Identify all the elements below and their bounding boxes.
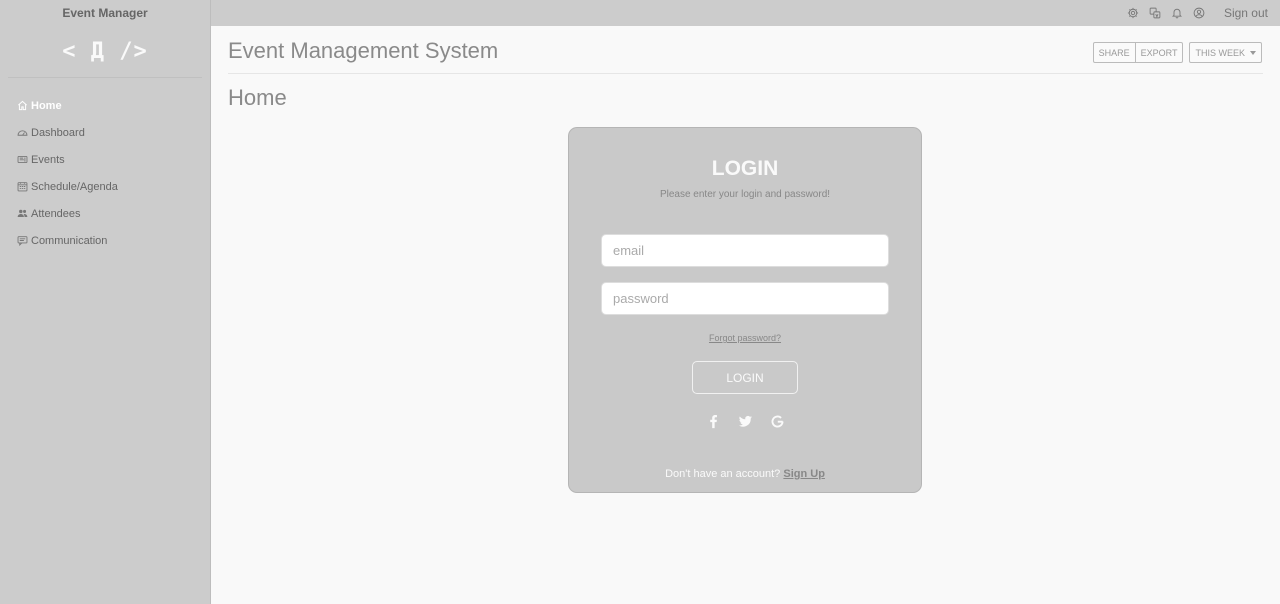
speedometer-icon [17, 130, 28, 136]
sidebar-item-dashboard[interactable]: Dashboard [0, 119, 210, 146]
app-title: Event Management System [228, 38, 499, 63]
sidebar-item-label: Communication [31, 234, 108, 247]
sidebar-item-label: Home [31, 99, 62, 112]
social-login [569, 412, 921, 430]
sidebar-item-home[interactable]: Home [0, 92, 210, 119]
top-actions: Sign out [1122, 0, 1280, 26]
password-field[interactable] [601, 282, 889, 315]
caret-down-icon [1250, 50, 1256, 55]
forgot-password-link[interactable]: Forgot password? [569, 333, 921, 343]
top-bar: Event Manager Sign out [0, 0, 1280, 26]
sidebar-item-events[interactable]: Events [0, 146, 210, 173]
sidebar: < Д /> Home Dashboard Events Schedule/Ag… [0, 26, 211, 604]
user-circle-icon[interactable] [1188, 0, 1210, 26]
sidebar-item-schedule[interactable]: Schedule/Agenda [0, 173, 210, 200]
page-title: Home [228, 85, 287, 110]
date-range-dropdown[interactable]: THIS WEEK [1189, 42, 1262, 63]
settings-icon[interactable] [1122, 0, 1144, 26]
sidebar-item-label: Attendees [31, 207, 81, 220]
translate-icon[interactable] [1144, 0, 1166, 26]
sidebar-item-attendees[interactable]: Attendees [0, 200, 210, 227]
ticket-icon [17, 155, 28, 164]
home-icon [18, 100, 27, 111]
signup-prompt: Don't have an account? Sign Up [569, 468, 921, 480]
people-icon [17, 209, 28, 217]
header-toolbar: SHARE EXPORT THIS WEEK [1092, 42, 1262, 63]
sidebar-item-label: Events [31, 153, 65, 166]
sidebar-item-label: Schedule/Agenda [31, 180, 118, 193]
sidebar-item-label: Dashboard [31, 126, 85, 139]
chat-icon [17, 236, 28, 246]
calendar-icon [17, 182, 28, 192]
google-icon[interactable] [768, 412, 786, 430]
sidebar-nav: Home Dashboard Events Schedule/Agenda At… [0, 92, 210, 254]
facebook-icon[interactable] [704, 412, 722, 430]
header-divider [228, 73, 1263, 74]
signup-prompt-text: Don't have an account? [665, 468, 781, 480]
signup-link[interactable]: Sign Up [783, 468, 825, 480]
app-brand: Event Manager [0, 0, 211, 26]
login-subtitle: Please enter your login and password! [659, 189, 831, 200]
date-range-label: THIS WEEK [1195, 47, 1245, 58]
login-title: LOGIN [711, 157, 779, 180]
email-field[interactable] [601, 234, 889, 267]
bell-icon[interactable] [1166, 0, 1188, 26]
twitter-icon[interactable] [736, 412, 754, 430]
sidebar-item-communication[interactable]: Communication [0, 227, 210, 254]
export-button[interactable]: EXPORT [1135, 42, 1184, 63]
sign-out-link[interactable]: Sign out [1224, 6, 1268, 20]
login-card: LOGIN Please enter your login and passwo… [568, 127, 922, 493]
app-logo: < Д /> [8, 26, 202, 78]
share-button[interactable]: SHARE [1092, 42, 1136, 63]
login-button[interactable]: LOGIN [692, 361, 798, 394]
main-content: Event Management System SHARE EXPORT THI… [211, 26, 1280, 604]
